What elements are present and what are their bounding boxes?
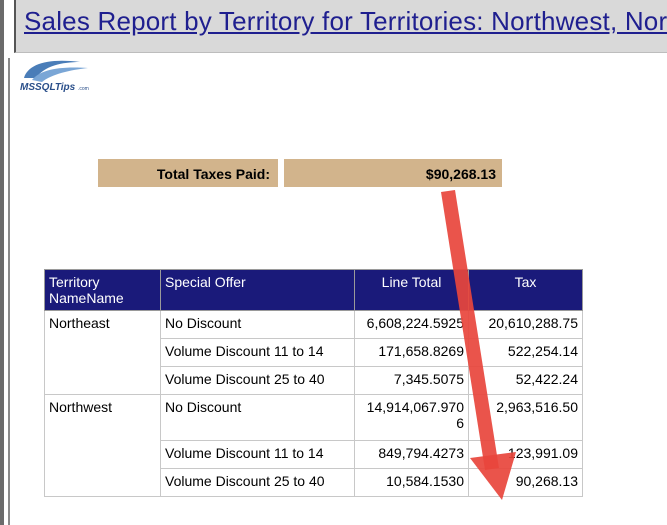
offer-cell: Volume Discount 25 to 40 <box>160 468 355 497</box>
line-total-cell: 7,345.5075 <box>354 366 469 395</box>
logo-swoosh-icon: MSSQLTips .com <box>20 60 89 93</box>
table-header-row: Territory NameName Special Offer Line To… <box>44 269 583 311</box>
tax-cell: 20,610,288.75 <box>468 310 583 339</box>
line-total-cell: 14,914,067.9706 <box>354 394 469 441</box>
offer-cell: Volume Discount 25 to 40 <box>160 366 355 395</box>
tax-cell: 522,254.14 <box>468 338 583 367</box>
territory-cell: Northwest <box>44 394 161 497</box>
total-taxes-value: $90,268.13 <box>284 159 502 187</box>
table-row: Northwest No Discount 14,914,067.9706 2,… <box>44 394 583 497</box>
tax-cell: 123,991.09 <box>468 440 583 469</box>
header-tax[interactable]: Tax <box>468 269 583 311</box>
header-line-total[interactable]: Line Total <box>354 269 469 311</box>
territory-cell: Northeast <box>44 310 161 395</box>
tax-cell: 2,963,516.50 <box>468 394 583 441</box>
offer-cell: No Discount <box>160 310 355 339</box>
logo-text: MSSQLTips <box>20 82 76 93</box>
tax-cell: 90,268.13 <box>468 468 583 497</box>
report-title-link[interactable]: Sales Report by Territory for Territorie… <box>24 6 667 37</box>
line-total-cell: 6,608,224.5925 <box>354 310 469 339</box>
offer-cell: Volume Discount 11 to 14 <box>160 440 355 469</box>
header-territory[interactable]: Territory NameName <box>44 269 161 311</box>
left-border <box>0 0 4 525</box>
line-total-cell: 849,794.4273 <box>354 440 469 469</box>
line-total-cell: 171,658.8269 <box>354 338 469 367</box>
header-special-offer[interactable]: Special Offer <box>160 269 355 311</box>
table-row: Northeast No Discount 6,608,224.5925 20,… <box>44 310 583 395</box>
left-border-inner <box>8 58 10 525</box>
line-total-cell: 10,584.1530 <box>354 468 469 497</box>
sales-report-table: Territory NameName Special Offer Line To… <box>44 269 583 497</box>
offer-cell: No Discount <box>160 394 355 441</box>
logo-suffix: .com <box>78 86 89 92</box>
report-title-bar: Sales Report by Territory for Territorie… <box>14 0 667 53</box>
tax-cell: 52,422.24 <box>468 366 583 395</box>
offer-cell: Volume Discount 11 to 14 <box>160 338 355 367</box>
mssqltips-logo: MSSQLTips .com <box>18 56 96 96</box>
total-taxes-label: Total Taxes Paid: <box>98 159 278 187</box>
